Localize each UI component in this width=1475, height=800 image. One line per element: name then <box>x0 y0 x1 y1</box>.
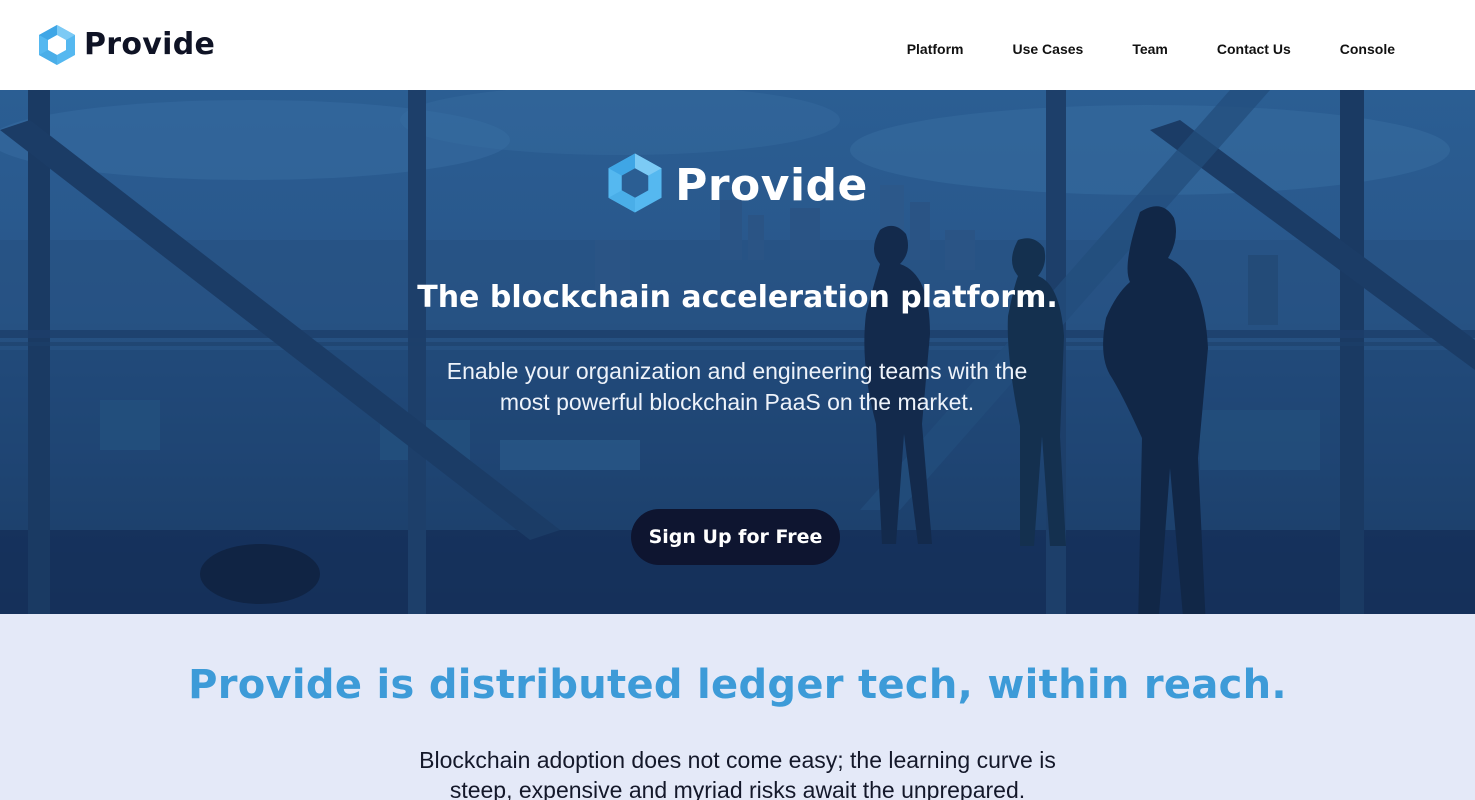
hexagon-logo-icon <box>38 24 76 66</box>
nav-item-use-cases[interactable]: Use Cases <box>1012 33 1083 57</box>
intro-title: Provide is distributed ledger tech, with… <box>188 662 1287 708</box>
hero-brand: Provide <box>0 152 1475 219</box>
nav-item-platform[interactable]: Platform <box>907 33 964 57</box>
main-nav: Platform Use Cases Team Contact Us Conso… <box>858 0 1475 90</box>
brand-name: Provide <box>84 26 216 62</box>
hero-title: The blockchain acceleration platform. <box>417 280 1058 315</box>
nav-item-console[interactable]: Console <box>1340 33 1395 57</box>
brand-home-link[interactable]: Provide <box>38 24 215 66</box>
intro-body: Blockchain adoption does not come easy; … <box>419 747 1056 800</box>
nav-item-team[interactable]: Team <box>1132 33 1168 57</box>
hero-subtitle: Enable your organization and engineering… <box>446 358 1028 415</box>
sign-up-button[interactable]: Sign Up for Free <box>631 509 840 565</box>
hero-section: Provide The blockchain acceleration plat… <box>0 90 1475 614</box>
hexagon-logo-icon <box>607 152 663 219</box>
site-header: Provide Platform Use Cases Team Contact … <box>0 0 1475 90</box>
intro-section: Provide is distributed ledger tech, with… <box>0 614 1475 800</box>
hero-brand-name: Provide <box>675 160 868 211</box>
nav-item-contact-us[interactable]: Contact Us <box>1217 33 1291 57</box>
hero-content: Provide The blockchain acceleration plat… <box>0 90 1475 614</box>
